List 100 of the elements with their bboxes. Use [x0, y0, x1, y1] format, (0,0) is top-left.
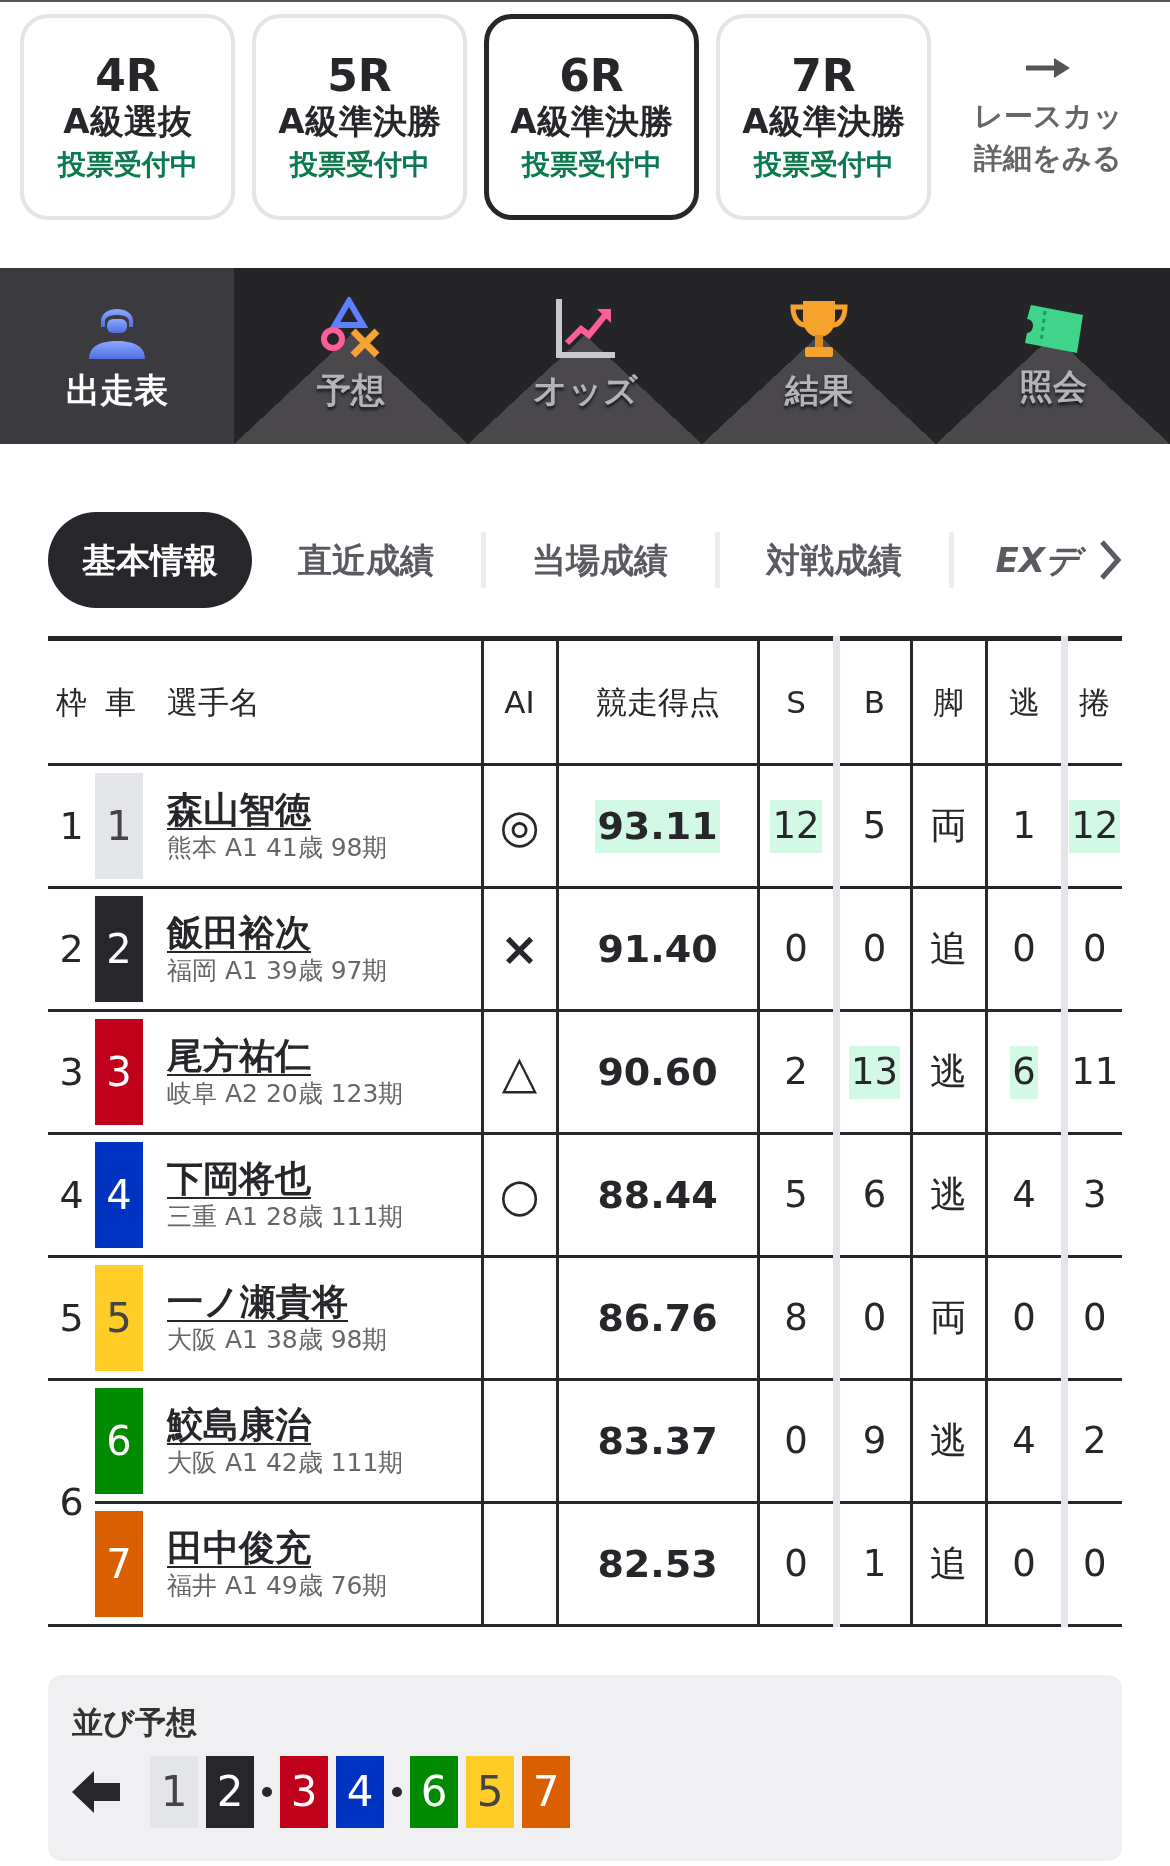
- race-tab[interactable]: 6R A級準決勝 投票受付中: [484, 14, 699, 220]
- nav-tab[interactable]: 出走表: [0, 268, 234, 444]
- score-value: 91.40: [597, 925, 718, 973]
- column-header: S: [758, 638, 836, 765]
- stat-value: 2: [1082, 1418, 1107, 1465]
- car-number: 2: [95, 896, 143, 1002]
- sub-tab[interactable]: 当場成績: [485, 534, 715, 586]
- stat-value: 0: [1012, 1295, 1036, 1342]
- car-number: 1: [150, 1755, 198, 1828]
- column-header: 逃: [986, 638, 1064, 765]
- stat-value: 12: [770, 800, 822, 853]
- car-number: 5: [466, 1755, 514, 1828]
- rider-name-link[interactable]: 田中俊充: [167, 1525, 311, 1571]
- ai-mark: ×: [500, 922, 539, 976]
- score-value: 82.53: [597, 1540, 718, 1588]
- chart-icon: [553, 296, 617, 361]
- sub-tab[interactable]: EXデ: [993, 534, 1088, 586]
- rider-profile: 福岡 A1 39歳 97期: [167, 955, 389, 988]
- stat-value: 逃: [930, 1172, 967, 1219]
- stat-value: 0: [784, 1418, 808, 1465]
- column-header: 捲: [1064, 638, 1122, 765]
- rider-name-link[interactable]: 尾方祐仁: [167, 1033, 311, 1079]
- frame-number: 1: [48, 764, 95, 888]
- car-number: 6: [95, 1388, 143, 1494]
- car-number: 2: [206, 1755, 254, 1828]
- car-number: 1: [95, 773, 143, 879]
- race-tab[interactable]: 7R A級準決勝 投票受付中: [716, 14, 931, 220]
- frame-number: 3: [48, 1010, 95, 1134]
- column-header: 競走得点: [557, 638, 758, 765]
- stat-value: 逃: [930, 1049, 967, 1096]
- stat-value: 0: [1012, 926, 1036, 973]
- column-header: 枠: [48, 638, 95, 765]
- race-tab[interactable]: 5R A級準決勝 投票受付中: [252, 14, 467, 220]
- stat-value: 9: [862, 1418, 887, 1465]
- car-number: 3: [95, 1019, 143, 1125]
- stat-value: 逃: [930, 1418, 967, 1465]
- stat-value: 両: [930, 1295, 967, 1342]
- stat-value: 0: [1082, 926, 1107, 973]
- rider-name-link[interactable]: 一ノ瀬貴将: [167, 1279, 348, 1325]
- rider-name-link[interactable]: 森山智徳: [167, 787, 311, 833]
- race-tab[interactable]: 4R A級選抜 投票受付中: [20, 14, 235, 220]
- stat-value: 8: [784, 1295, 808, 1342]
- car-number: 7: [95, 1511, 143, 1617]
- sub-tab[interactable]: 直近成績: [252, 534, 481, 586]
- stat-value: 6: [862, 1172, 887, 1219]
- rider-profile: 大阪 A1 38歳 98期: [167, 1324, 389, 1357]
- rider-profile: 大阪 A1 42歳 111期: [167, 1447, 405, 1480]
- stat-value: 4: [1012, 1418, 1036, 1465]
- frame-number: 4: [48, 1133, 95, 1257]
- panel-title: 並び予想: [72, 1703, 198, 1742]
- sub-tab[interactable]: 基本情報: [48, 512, 252, 608]
- score-value: 83.37: [597, 1417, 718, 1465]
- score-value: 86.76: [597, 1294, 718, 1342]
- car-number: 7: [522, 1755, 570, 1828]
- stat-value: 0: [862, 1295, 887, 1342]
- rider-profile: 熊本 A1 41歳 98期: [167, 832, 389, 865]
- column-header: B: [836, 638, 911, 765]
- ai-mark: △: [501, 1045, 538, 1099]
- stat-value: 5: [862, 803, 887, 850]
- stat-value: 追: [930, 1541, 967, 1588]
- stat-value: 0: [1082, 1295, 1107, 1342]
- column-header: 選手名: [145, 638, 482, 765]
- stat-value: 12: [1069, 800, 1121, 853]
- stat-value: 追: [930, 926, 967, 973]
- stat-value: 0: [784, 1541, 808, 1588]
- frame-number: 5: [48, 1256, 95, 1380]
- rider-profile: 岐阜 A2 20歳 123期: [167, 1078, 405, 1111]
- rider-name-link[interactable]: 飯田裕次: [167, 910, 311, 956]
- stat-value: 3: [1082, 1172, 1107, 1219]
- car-number: 6: [410, 1755, 458, 1828]
- stat-value: 0: [784, 926, 808, 973]
- stat-value: 5: [784, 1172, 808, 1219]
- stat-value: 0: [1082, 1541, 1107, 1588]
- stat-value: 1: [1012, 803, 1036, 850]
- column-header: AI: [482, 638, 557, 765]
- sub-tab[interactable]: 対戦成績: [719, 534, 949, 586]
- stat-value: 4: [1012, 1172, 1036, 1219]
- arrow-left-icon: [72, 1770, 122, 1813]
- column-header: 脚: [911, 638, 986, 765]
- rider-profile: 三重 A1 28歳 111期: [167, 1201, 405, 1234]
- column-header: 車: [95, 638, 145, 765]
- score-value: 90.60: [597, 1048, 718, 1096]
- frame-number: 2: [48, 887, 95, 1011]
- ai-mark: ◎: [499, 799, 540, 853]
- car-number: 3: [280, 1755, 328, 1828]
- chevron-right-icon[interactable]: [1098, 538, 1122, 582]
- stat-value: 0: [1012, 1541, 1036, 1588]
- stat-value: 0: [862, 926, 887, 973]
- frame-number: 6: [48, 1379, 95, 1626]
- rider-name-link[interactable]: 下岡将也: [167, 1156, 311, 1202]
- separator-dot: [262, 1786, 272, 1797]
- stat-value: 11: [1071, 1049, 1119, 1096]
- rider-name-link[interactable]: 鮫島康治: [167, 1402, 311, 1448]
- car-number: 5: [95, 1265, 143, 1371]
- score-value: 93.11: [595, 799, 720, 854]
- score-value: 88.44: [597, 1171, 718, 1219]
- stat-value: 1: [862, 1541, 887, 1588]
- cup-details-link[interactable]: レースカッ 詳細をみる: [948, 14, 1148, 220]
- car-number: 4: [95, 1142, 143, 1248]
- stat-value: 6: [1010, 1046, 1038, 1099]
